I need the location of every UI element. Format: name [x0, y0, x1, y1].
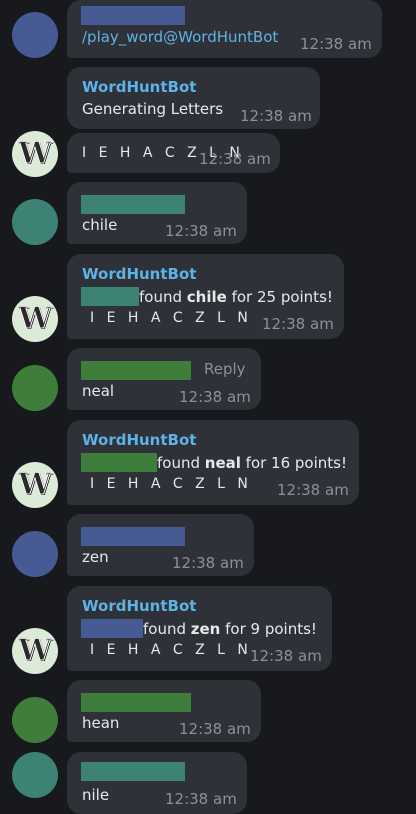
- message-bubble[interactable]: Reply neal 12:38 am: [67, 348, 261, 410]
- bot-avatar[interactable]: W: [12, 462, 58, 508]
- sender-name[interactable]: WordHuntBot: [82, 431, 196, 449]
- message-text: zen: [82, 548, 109, 566]
- message-text: found chile for 25 points!: [81, 287, 333, 306]
- message-bubble[interactable]: hean 12:38 am: [67, 680, 261, 742]
- message-text: chile: [82, 216, 118, 234]
- message-time: 12:38 am: [179, 720, 251, 738]
- bot-avatar[interactable]: W: [12, 628, 58, 674]
- message-text: nile: [82, 786, 110, 804]
- reply-label[interactable]: Reply: [204, 360, 246, 378]
- redacted-username: [81, 527, 185, 546]
- user-avatar[interactable]: [12, 199, 58, 245]
- message-bubble[interactable]: WordHuntBot found zen for 9 points! I E …: [67, 586, 332, 671]
- message-bubble[interactable]: nile 12:38 am: [67, 752, 247, 814]
- redacted-username: [81, 6, 185, 25]
- bot-avatar-letter: W: [18, 136, 53, 171]
- message-bubble[interactable]: WordHuntBot found chile for 25 points! I…: [67, 254, 344, 339]
- message-bubble[interactable]: WordHuntBot Generating Letters 12:38 am: [67, 67, 320, 129]
- message-bubble[interactable]: zen 12:38 am: [67, 514, 254, 576]
- message-time: 12:38 am: [240, 107, 312, 125]
- text-part: found: [143, 620, 191, 638]
- found-word: zen: [190, 620, 221, 638]
- message-text: neal: [82, 382, 115, 400]
- bot-avatar[interactable]: W: [12, 296, 58, 342]
- message-time: 12:38 am: [277, 481, 349, 499]
- letters-text: I E H A C Z L N: [90, 476, 252, 492]
- message-bubble[interactable]: chile 12:38 am: [67, 182, 247, 244]
- bot-avatar[interactable]: W: [12, 131, 58, 177]
- text-part: for 16 points!: [240, 454, 347, 472]
- redacted-username: [81, 195, 185, 214]
- message-bubble[interactable]: WordHuntBot found neal for 16 points! I …: [67, 420, 359, 505]
- message-text: Generating Letters: [82, 100, 224, 118]
- redacted-username: [81, 693, 191, 712]
- found-word: neal: [204, 454, 241, 472]
- message-text: hean: [82, 714, 120, 732]
- user-avatar[interactable]: [12, 12, 58, 58]
- redacted-username: [81, 287, 139, 306]
- message-time: 12:38 am: [165, 222, 237, 240]
- sender-name[interactable]: WordHuntBot: [82, 597, 196, 615]
- message-bubble[interactable]: I E H A C Z L N 12:38 am: [67, 133, 280, 173]
- message-time: 12:38 am: [179, 388, 251, 406]
- message-time: 12:38 am: [165, 790, 237, 808]
- message-time: 12:38 am: [199, 150, 271, 168]
- sender-name[interactable]: WordHuntBot: [82, 78, 196, 96]
- message-text: found zen for 9 points!: [81, 619, 317, 638]
- redacted-username: [81, 453, 157, 472]
- user-avatar[interactable]: [12, 697, 58, 743]
- text-part: for 9 points!: [220, 620, 317, 638]
- found-word: chile: [186, 288, 227, 306]
- bot-avatar-letter: W: [18, 633, 53, 668]
- text-part: found: [157, 454, 205, 472]
- letters-text: I E H A C Z L N: [90, 310, 252, 326]
- sender-name[interactable]: WordHuntBot: [82, 265, 196, 283]
- bot-avatar-letter: W: [18, 301, 53, 336]
- user-avatar[interactable]: [12, 752, 58, 798]
- redacted-username: [81, 361, 191, 380]
- letters-text: I E H A C Z L N: [90, 642, 252, 658]
- text-part: for 25 points!: [226, 288, 333, 306]
- message-time: 12:38 am: [300, 35, 372, 53]
- user-avatar[interactable]: [12, 365, 58, 411]
- message-bubble[interactable]: /play_word@WordHuntBot 12:38 am: [67, 0, 382, 58]
- user-avatar[interactable]: [12, 531, 58, 577]
- text-part: found: [139, 288, 187, 306]
- bot-avatar-letter: W: [18, 467, 53, 502]
- command-link[interactable]: /play_word@WordHuntBot: [82, 28, 278, 46]
- message-text: found neal for 16 points!: [81, 453, 347, 472]
- message-time: 12:38 am: [172, 554, 244, 572]
- redacted-username: [81, 619, 143, 638]
- message-time: 12:38 am: [262, 315, 334, 333]
- redacted-username: [81, 762, 185, 781]
- message-time: 12:38 am: [250, 647, 322, 665]
